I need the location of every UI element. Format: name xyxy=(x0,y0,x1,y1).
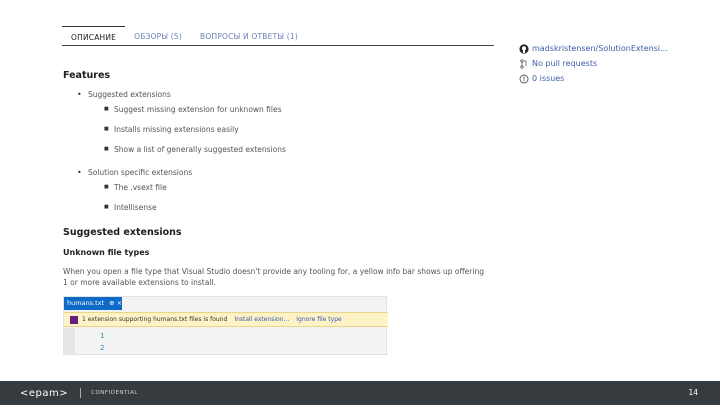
editor-tab-label: humans.txt xyxy=(67,299,105,307)
tab-bar: ОПИСАНИЕ ОБЗОРЫ (5) ВОПРОСЫ И ОТВЕТЫ (1) xyxy=(62,26,494,46)
repo-name: madskristensen/SolutionExtensi... xyxy=(532,44,668,53)
feature-group-suggested: Suggested extensions Suggest missing ext… xyxy=(63,89,493,155)
slide-footer: <epam> CONFIDENTIAL 14 xyxy=(0,381,720,405)
tab-description[interactable]: ОПИСАНИЕ xyxy=(62,26,126,46)
vs-screenshot: humans.txt ⊕ × 1 extension supporting hu… xyxy=(63,296,388,355)
repo-link[interactable]: madskristensen/SolutionExtensi... xyxy=(518,41,703,56)
list-item: Intellisense xyxy=(63,202,493,213)
list-item: Installs missing extensions easily xyxy=(63,124,493,135)
editor-tab-icons: ⊕ × xyxy=(109,299,122,307)
info-bar: 1 extension supporting humans.txt files … xyxy=(64,312,388,327)
list-item: Suggested extensions xyxy=(63,89,493,100)
pull-requests-link[interactable]: No pull requests xyxy=(518,56,703,71)
issues-text: 0 issues xyxy=(532,74,565,83)
line-number: 1 xyxy=(100,332,105,340)
github-icon xyxy=(518,43,529,54)
editor-gutter xyxy=(64,328,75,355)
tab-qa[interactable]: ВОПРОСЫ И ОТВЕТЫ (1) xyxy=(191,26,307,46)
footer-divider xyxy=(80,388,82,398)
issue-icon xyxy=(518,73,529,84)
ignore-file-type-link: Ignore file type xyxy=(296,316,342,323)
list-item: Solution specific extensions xyxy=(63,167,493,178)
epam-logo: <epam> xyxy=(20,387,69,399)
info-bar-text: 1 extension supporting humans.txt files … xyxy=(82,316,228,323)
suggested-description: When you open a file type that Visual St… xyxy=(63,267,484,287)
line-number: 2 xyxy=(100,344,105,352)
features-heading: Features xyxy=(63,70,111,81)
description-content: Features Suggested extensions Suggest mi… xyxy=(63,70,493,288)
unknown-types-heading: Unknown file types xyxy=(63,248,150,257)
issues-link[interactable]: 0 issues xyxy=(518,71,703,86)
repo-sidebar: madskristensen/SolutionExtensi... No pul… xyxy=(518,41,703,86)
visual-studio-icon xyxy=(70,315,78,324)
pull-request-icon xyxy=(518,58,529,69)
page-number: 14 xyxy=(688,388,698,397)
features-list: Suggested extensions Suggest missing ext… xyxy=(63,89,493,213)
list-item: Suggest missing extension for unknown fi… xyxy=(63,104,493,115)
install-extension-link: Install extension... xyxy=(234,316,290,323)
confidential-label: CONFIDENTIAL xyxy=(91,390,138,396)
list-item: Show a list of generally suggested exten… xyxy=(63,144,493,155)
suggested-heading: Suggested extensions xyxy=(63,227,182,238)
pull-requests-text: No pull requests xyxy=(532,59,598,68)
tab-reviews[interactable]: ОБЗОРЫ (5) xyxy=(125,26,191,46)
editor-tab: humans.txt ⊕ × xyxy=(64,297,122,310)
list-item: The .vsext file xyxy=(63,182,493,193)
feature-group-solution: Solution specific extensions The .vsext … xyxy=(63,167,493,213)
